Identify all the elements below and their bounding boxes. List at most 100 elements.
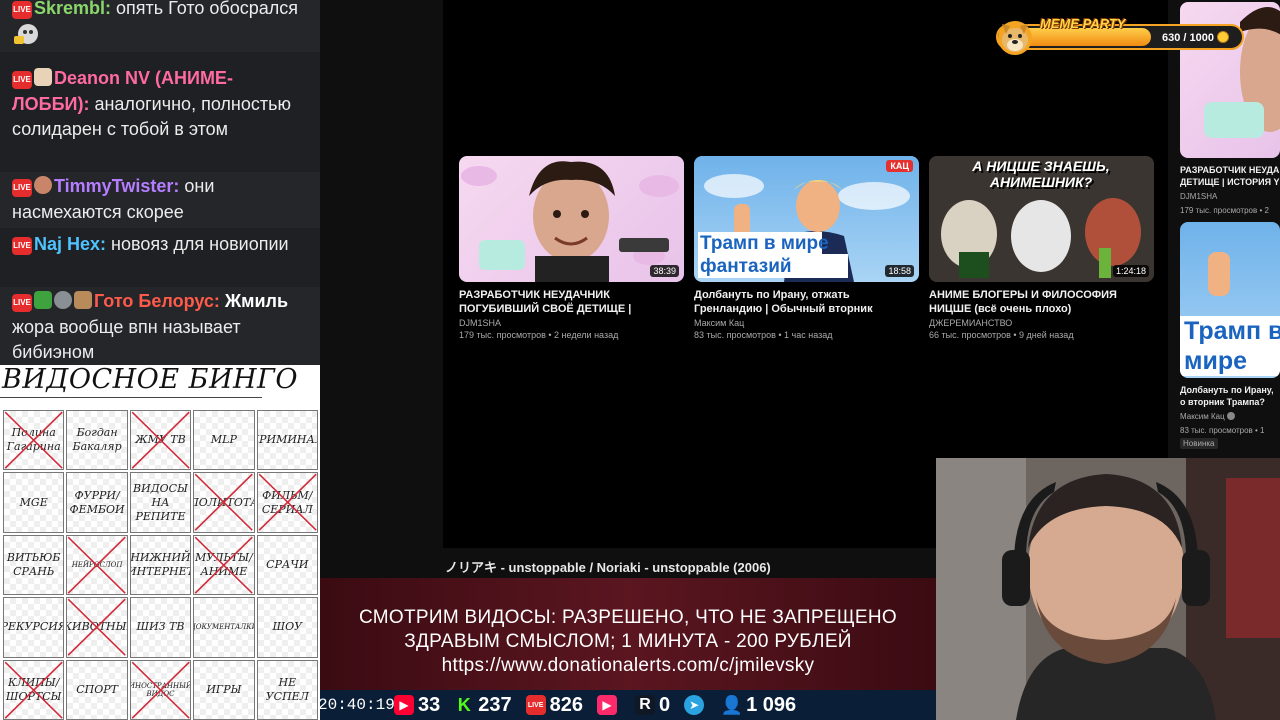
bingo-cell: ФИЛЬМ/ СЕРИАЛ xyxy=(256,472,318,533)
avatar-badge-icon xyxy=(34,176,52,194)
youtube-count: 33 xyxy=(418,693,441,716)
vk-live-icon: LIVE xyxy=(525,695,546,715)
banner-line-1: СМОТРИМ ВИДОСЫ: РАЗРЕШЕНО, ЧТО НЕ ЗАПРЕЩ… xyxy=(358,607,898,628)
chat-text: жора вообще впн называет бибиэном xyxy=(12,316,241,363)
bingo-cell: МУЛЬТЫ/ АНИМЕ xyxy=(193,534,255,596)
bingo-cross-icon xyxy=(67,536,126,594)
video-title[interactable]: РАЗРАБОТЧИК НЕУДАЧНИК ПОГУБИВШИЙ СВОЁ ДЕ… xyxy=(459,288,684,316)
video-meta: 179 тыс. просмотров • 2 недели назад xyxy=(459,330,619,340)
doge-icon xyxy=(996,16,1034,56)
video-duration: 38:39 xyxy=(650,265,679,277)
chat-message: LIVE Skrembl: опять Гото обосрался xyxy=(0,0,320,52)
bingo-cell: ПОЛИТОТА xyxy=(193,472,255,533)
side-video-channel-name: Максим Кац xyxy=(1180,412,1225,421)
bingo-cross-icon xyxy=(67,598,126,656)
side-video-channel[interactable]: DJM1SHA xyxy=(1180,192,1217,201)
emote-icon xyxy=(12,22,42,46)
video-channel[interactable]: ДЖЕРЕМИАНСТВО xyxy=(929,318,1154,328)
video-title[interactable]: Долбануть по Ирану, отжать Гренландию | … xyxy=(694,288,919,316)
bingo-cell: СПОРТ xyxy=(66,659,128,720)
bingo-cell-label: НИЖНИЙ ИНТЕРНЕТ xyxy=(129,550,192,578)
side-video-title[interactable]: РАЗРАБОТЧИК НЕУДА ДЕТИЩЕ | ИСТОРИЯ Y xyxy=(1180,164,1280,188)
bingo-cell-label: СПОРТ xyxy=(76,682,118,696)
bingo-cross-icon xyxy=(131,411,190,469)
bingo-cell: НЕЙРОСЛОП xyxy=(66,534,128,596)
bingo-grid: Полина ГагаринаБогдан БакалярЖМУ ТВ MLP КР… xyxy=(3,410,318,720)
bingo-cell-label: ИГРЫ xyxy=(206,682,242,696)
telegram-stat: ➤ xyxy=(684,695,708,715)
nick-colon: : xyxy=(83,93,95,114)
bingo-cell: ВИТЬЮБ СРАНЬ xyxy=(3,534,65,596)
video-title[interactable]: АНИМЕ БЛОГЕРЫ И ФИЛОСОФИЯ НИЦШЕ (всё оче… xyxy=(929,288,1154,316)
bingo-cell-label: СРАЧИ xyxy=(266,557,309,571)
bingo-cross-icon xyxy=(194,473,253,531)
bingo-cell: НЕ УСПЕЛ xyxy=(256,659,318,720)
side-video-channel[interactable]: Максим Кац xyxy=(1180,412,1235,421)
bingo-cell: ИНОСТРАННЫЙ ВИДОС xyxy=(129,659,192,720)
chat-text: опять Гото обосрался xyxy=(116,0,298,18)
video-thumbnail[interactable]: 38:39 xyxy=(459,156,684,282)
bingo-cell-label: КРИМИНАЛ xyxy=(258,433,317,447)
thumbnail-image-icon xyxy=(461,161,679,282)
play-stat: ▶ xyxy=(597,695,621,715)
bingo-cell: MGE xyxy=(3,472,65,533)
thumbnail-caption: А НИЦШЕ ЗНАЕШЬ, АНИМЕШНИК? xyxy=(972,158,1110,190)
rutube-stat: R0 xyxy=(635,694,670,717)
bingo-cell-label: ДОКУМЕНТАЛКИ xyxy=(193,623,255,632)
avatar-badge-icon xyxy=(34,68,52,86)
bingo-cell-label: НЕ УСПЕЛ xyxy=(265,675,309,703)
now-playing-title: ノリアキ - unstoppable / Noriaki - unstoppab… xyxy=(445,560,771,575)
video-channel[interactable]: DJM1SHA xyxy=(459,318,684,328)
video-thumbnail[interactable]: А НИЦШЕ ЗНАЕШЬ, АНИМЕШНИК? 1:24:18 xyxy=(929,156,1154,282)
side-recommendations: РАЗРАБОТЧИК НЕУДА ДЕТИЩЕ | ИСТОРИЯ Y DJM… xyxy=(1172,0,1280,460)
nick-colon: : xyxy=(173,176,185,196)
user-icon: 👤 xyxy=(720,694,744,715)
chat-panel: LIVE Skrembl: опять Гото обосрался LIVE De… xyxy=(0,0,320,365)
coin-icon xyxy=(1217,31,1230,43)
bingo-cell-label: ФУРРИ/ ФЕМБОИ xyxy=(69,488,125,516)
bingo-cell: Полина Гагарина xyxy=(3,410,65,471)
chat-message: LIVE Naj Hex: новояз для новиопии xyxy=(0,230,320,261)
side-video-meta: 179 тыс. просмотров • 2 xyxy=(1180,206,1269,215)
video-channel[interactable]: Максим Кац xyxy=(694,318,919,328)
chat-nick: TimmyTwister xyxy=(54,176,174,196)
bingo-cell: Богдан Бакаляр xyxy=(66,410,128,471)
nick-colon: : xyxy=(105,0,117,18)
bingo-cell: ФУРРИ/ ФЕМБОИ xyxy=(66,472,128,533)
thumbnail-channel-badge: КАЦ xyxy=(886,160,913,172)
kick-icon: K xyxy=(454,695,475,715)
bingo-cell: ДОКУМЕНТАЛКИ xyxy=(193,597,255,658)
chat-nick: Гото Белорус xyxy=(94,291,214,311)
video-card[interactable]: КАЦ Трамп в мире фантазий 18:58 Долбанут… xyxy=(694,156,919,340)
pencil-badge-icon xyxy=(34,291,52,309)
bingo-cell: ШИЗ ТВ xyxy=(129,597,192,658)
chat-message: LIVE TimmyTwister: они насмехаются скорее xyxy=(0,172,320,228)
bingo-cell: ЖИВОТНЫЕ xyxy=(66,597,128,658)
stream-clock: 20:40:19 xyxy=(318,696,395,714)
video-card[interactable]: 38:39 РАЗРАБОТЧИК НЕУДАЧНИК ПОГУБИВШИЙ С… xyxy=(459,156,684,340)
chat-message: LIVE Deanon NV (АНИМЕ-ЛОББИ): аналогично,… xyxy=(0,64,320,146)
video-card[interactable]: А НИЦШЕ ЗНАЕШЬ, АНИМЕШНИК? 1:24:18 АНИМЕ… xyxy=(929,156,1154,340)
viewers-stat: 👤 1 096 xyxy=(720,694,796,717)
chat-text: новояз для новиопии xyxy=(111,234,289,254)
meme-party-widget: MEME PARTY 630 / 1000 xyxy=(992,16,1246,56)
kick-stat: K 237 xyxy=(454,694,512,717)
side-video-thumbnail[interactable]: Трамп в мире xyxy=(1180,222,1280,378)
live-badge-icon: LIVE xyxy=(12,237,32,255)
bingo-cell-label: РЕКУРСИЯ xyxy=(3,620,65,634)
live-stat: LIVE 826 xyxy=(525,694,583,717)
meme-party-title: MEME PARTY xyxy=(1040,16,1126,31)
bingo-cell-label: ВИДОСЫ НА РЕПИТЕ xyxy=(133,481,188,523)
bingo-cross-icon xyxy=(4,661,63,719)
stream-stats-bar: 20:40:19 ▶ 33 K 237 LIVE 826 ▶ R0 ➤ 👤 1 096 xyxy=(318,690,936,720)
bingo-title: ВИДОСНОЕ БИНГО xyxy=(2,364,299,395)
thumbnail-caption: Трамп в мире фантазий xyxy=(700,233,829,277)
live-badge-icon: LIVE xyxy=(12,179,32,197)
bingo-cell: РЕКУРСИЯ xyxy=(3,597,65,658)
youtube-stat: ▶ 33 xyxy=(394,694,440,717)
banner-link[interactable]: https://www.donationalerts.com/c/jmilevs… xyxy=(320,655,936,677)
video-thumbnail[interactable]: КАЦ Трамп в мире фантазий 18:58 xyxy=(694,156,919,282)
side-video-title[interactable]: Долбануть по Ирану, о вторник Трампа? (E… xyxy=(1180,384,1280,408)
avatar-badge-icon xyxy=(74,291,92,309)
bingo-title-underline xyxy=(0,397,262,398)
